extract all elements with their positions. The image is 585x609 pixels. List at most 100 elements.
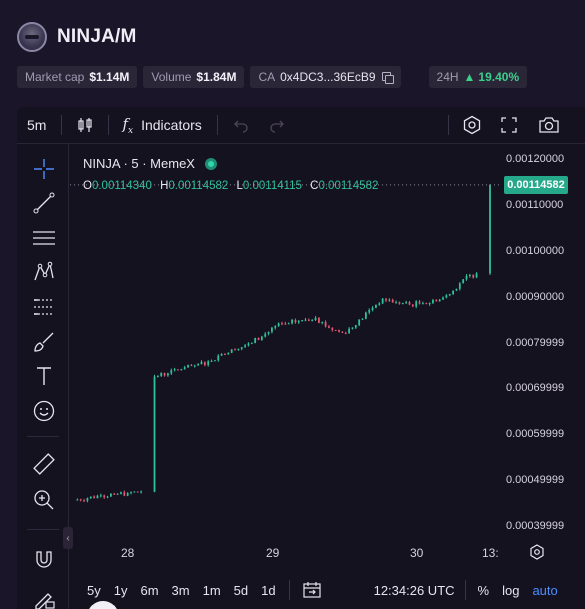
- bottom-toolbar: 5y 1y 6m 3m 1m 5d 1d 12:34:26 UTC % log …: [35, 570, 585, 609]
- y-tick-label: 0.00059999: [506, 428, 565, 441]
- log-toggle[interactable]: log: [502, 583, 519, 598]
- range-1y[interactable]: 1y: [114, 583, 128, 598]
- candle-body: [432, 300, 434, 304]
- percent-toggle[interactable]: %: [478, 583, 490, 598]
- open-label: O: [83, 180, 92, 192]
- redo-icon[interactable]: [268, 116, 286, 134]
- candle-body: [200, 361, 203, 365]
- toolbar-divider: [61, 115, 63, 135]
- candle-body: [79, 499, 82, 501]
- crosshair-icon[interactable]: [31, 156, 57, 182]
- candle-body: [156, 376, 159, 378]
- y-tick-label: 0.00049999: [506, 474, 565, 487]
- auto-toggle[interactable]: auto: [532, 583, 557, 598]
- pattern-icon[interactable]: [31, 259, 57, 285]
- candle-body: [314, 317, 317, 321]
- text-tool-icon[interactable]: [31, 363, 57, 389]
- candle-body: [83, 500, 85, 502]
- candle-body: [445, 295, 448, 298]
- zoom-icon[interactable]: [31, 487, 57, 513]
- candle-body: [368, 310, 371, 313]
- range-5y[interactable]: 5y: [87, 583, 101, 598]
- market-cap-label: Market cap: [25, 70, 85, 84]
- candle-body: [361, 318, 364, 320]
- candle-body: [120, 492, 122, 494]
- candle-body: [103, 495, 106, 498]
- candle-body: [321, 321, 324, 323]
- copy-icon[interactable]: [381, 71, 394, 84]
- settings-icon[interactable]: [462, 115, 482, 135]
- emoji-icon[interactable]: [31, 398, 57, 424]
- candle-body: [106, 496, 109, 498]
- candle-body: [468, 274, 471, 276]
- candle-body: [264, 333, 267, 337]
- contract-address-chip[interactable]: CA 0x4DC3...36EcB9: [250, 66, 401, 88]
- toolbar-divider: [216, 115, 218, 135]
- candle-body: [163, 373, 166, 376]
- volume-value: $1.84M: [196, 70, 237, 84]
- chart-area[interactable]: NINJA · 5 · MemeX O0.00114340 H0.0011458…: [70, 144, 585, 609]
- change-label: 24H: [436, 70, 459, 84]
- ruler-icon[interactable]: [31, 451, 57, 477]
- open-value: 0.00114340: [91, 180, 152, 192]
- change-value: 19.40%: [478, 70, 520, 84]
- interval-button[interactable]: 5m: [27, 117, 46, 133]
- date-range-icon[interactable]: [302, 581, 322, 599]
- y-tick-label: 0.00069999: [506, 382, 565, 395]
- undo-icon[interactable]: [232, 116, 250, 134]
- candle-body: [136, 491, 139, 493]
- candle-body: [177, 369, 179, 371]
- candle-body: [187, 364, 189, 368]
- range-1d[interactable]: 1d: [261, 583, 275, 598]
- candle-body: [190, 364, 193, 366]
- current-time[interactable]: 12:34:26 UTC: [374, 583, 455, 598]
- candle-body: [462, 279, 465, 284]
- candle-body: [76, 499, 79, 501]
- price-chart[interactable]: [70, 144, 585, 609]
- axis-settings-icon[interactable]: [529, 544, 545, 565]
- candle-body: [338, 330, 340, 332]
- horizontal-lines-icon[interactable]: [31, 225, 57, 251]
- candle-body: [307, 319, 310, 321]
- ohlc-legend: O0.00114340 H0.00114582 L0.00114115 C0.0…: [83, 180, 378, 192]
- y-tick-label: 0.00110000: [506, 198, 564, 211]
- bottom-divider: [464, 580, 466, 600]
- camera-icon[interactable]: [538, 116, 560, 134]
- indicators-button[interactable]: fx Indicators: [122, 115, 201, 136]
- candle-body: [160, 373, 163, 377]
- candle-body: [378, 303, 381, 305]
- trendline-icon[interactable]: [31, 190, 57, 216]
- candle-body: [422, 303, 424, 305]
- candle-body: [89, 496, 92, 499]
- brush-icon[interactable]: [31, 329, 57, 355]
- fib-icon[interactable]: [31, 294, 57, 320]
- candle-body: [408, 302, 411, 305]
- candle-body: [328, 326, 330, 328]
- collapse-toolbar-handle[interactable]: ‹: [63, 527, 73, 549]
- candle-body: [237, 348, 240, 350]
- candle-body: [334, 330, 337, 332]
- symbol-legend: NINJA · 5 · MemeX: [83, 156, 217, 171]
- range-3m[interactable]: 3m: [172, 583, 190, 598]
- candle-body: [170, 370, 173, 374]
- candle-body: [442, 297, 444, 300]
- candle-body: [391, 299, 394, 303]
- interval-label: 5m: [27, 117, 47, 133]
- pair-header: NINJA/M: [17, 20, 137, 54]
- current-price-tag: 0.00114582: [504, 175, 568, 194]
- y-tick-label: 0.00079999: [506, 336, 565, 349]
- toolbar-divider: [447, 115, 449, 135]
- candles-icon[interactable]: [76, 116, 94, 134]
- range-1m[interactable]: 1m: [203, 583, 221, 598]
- fullscreen-icon[interactable]: [500, 116, 518, 134]
- candle-body: [311, 320, 314, 322]
- range-6m[interactable]: 6m: [140, 583, 158, 598]
- drawing-toolbar: [17, 144, 69, 609]
- candle-body: [418, 301, 421, 304]
- x-tick-label: 13:: [482, 546, 499, 560]
- symbol-label: NINJA · 5 · MemeX: [83, 156, 195, 171]
- candle-body: [99, 495, 102, 497]
- chart-toolbar: 5m fx Indicators: [17, 107, 585, 144]
- range-5d[interactable]: 5d: [234, 583, 248, 598]
- candle-body: [224, 354, 226, 356]
